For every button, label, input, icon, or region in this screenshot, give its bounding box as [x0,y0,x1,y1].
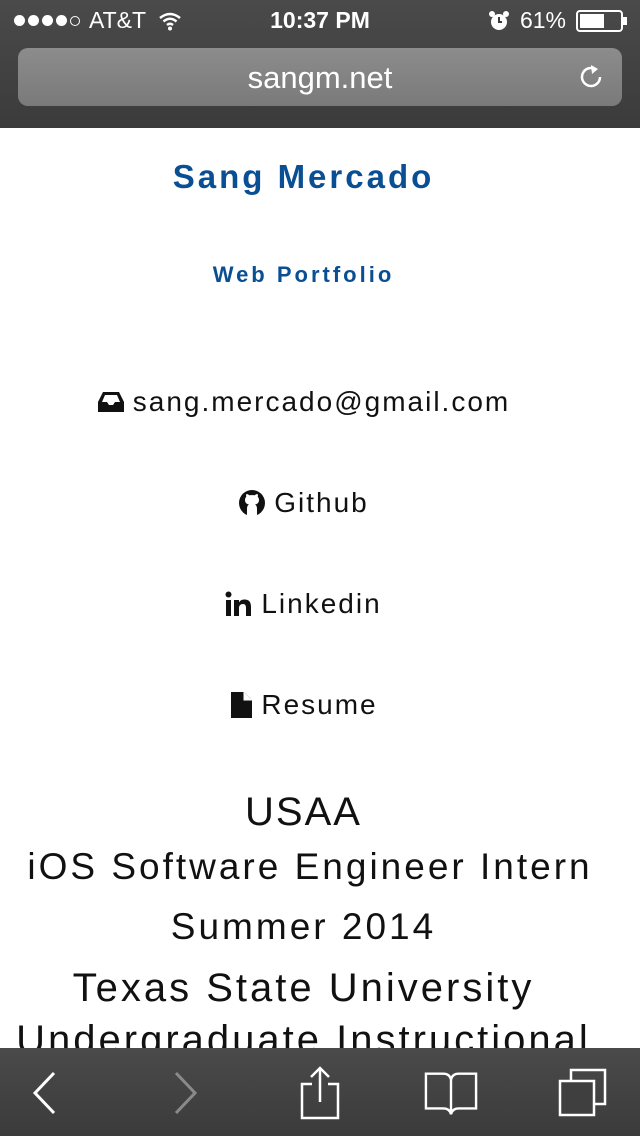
document-icon [231,692,253,718]
bookmarks-icon [424,1072,478,1115]
bookmarks-button[interactable] [424,1066,478,1120]
battery-icon [576,9,627,32]
forward-button[interactable] [158,1066,212,1120]
page-content: Sang Mercado Web Portfolio sang.mercado@… [0,128,640,1048]
linkedin-link[interactable]: Linkedin [0,588,607,620]
tabs-icon [558,1068,607,1117]
status-bar: AT&T 10:37 PM 61% [0,0,640,40]
github-text[interactable]: Github [274,487,369,519]
back-icon [32,1071,56,1115]
github-icon [239,490,266,516]
address-bar[interactable]: sangm.net [18,48,622,106]
page-subtitle: Web Portfolio [212,262,395,287]
github-link[interactable]: Github [0,487,607,519]
experience-school: Texas State University [72,966,535,1010]
experience-title: iOS Software Engineer Intern [27,846,593,887]
reload-icon[interactable] [576,62,606,92]
email-text[interactable]: sang.mercado@gmail.com [133,386,510,418]
resume-text[interactable]: Resume [261,689,377,721]
email-link[interactable]: sang.mercado@gmail.com [0,386,607,418]
browser-top-chrome: AT&T 10:37 PM 61% sangm.net [0,0,640,128]
battery-percent: 61% [519,7,566,33]
status-right: 61% [488,7,628,34]
alarm-icon [488,10,509,30]
linkedin-icon [225,591,252,616]
inbox-icon [97,392,124,412]
back-button[interactable] [18,1066,72,1120]
browser-toolbar [0,1048,640,1136]
share-icon [300,1066,340,1120]
share-button[interactable] [293,1066,347,1120]
resume-link[interactable]: Resume [0,689,607,721]
forward-icon [174,1071,198,1115]
tabs-button[interactable] [556,1066,610,1120]
page-title: Sang Mercado [172,158,435,195]
experience-school-role: Undergraduate Instructional [16,1018,591,1048]
experience-company: USAA [245,790,362,834]
url-text[interactable]: sangm.net [18,60,622,96]
experience-date: Summer 2014 [170,906,437,947]
linkedin-text[interactable]: Linkedin [261,588,381,620]
